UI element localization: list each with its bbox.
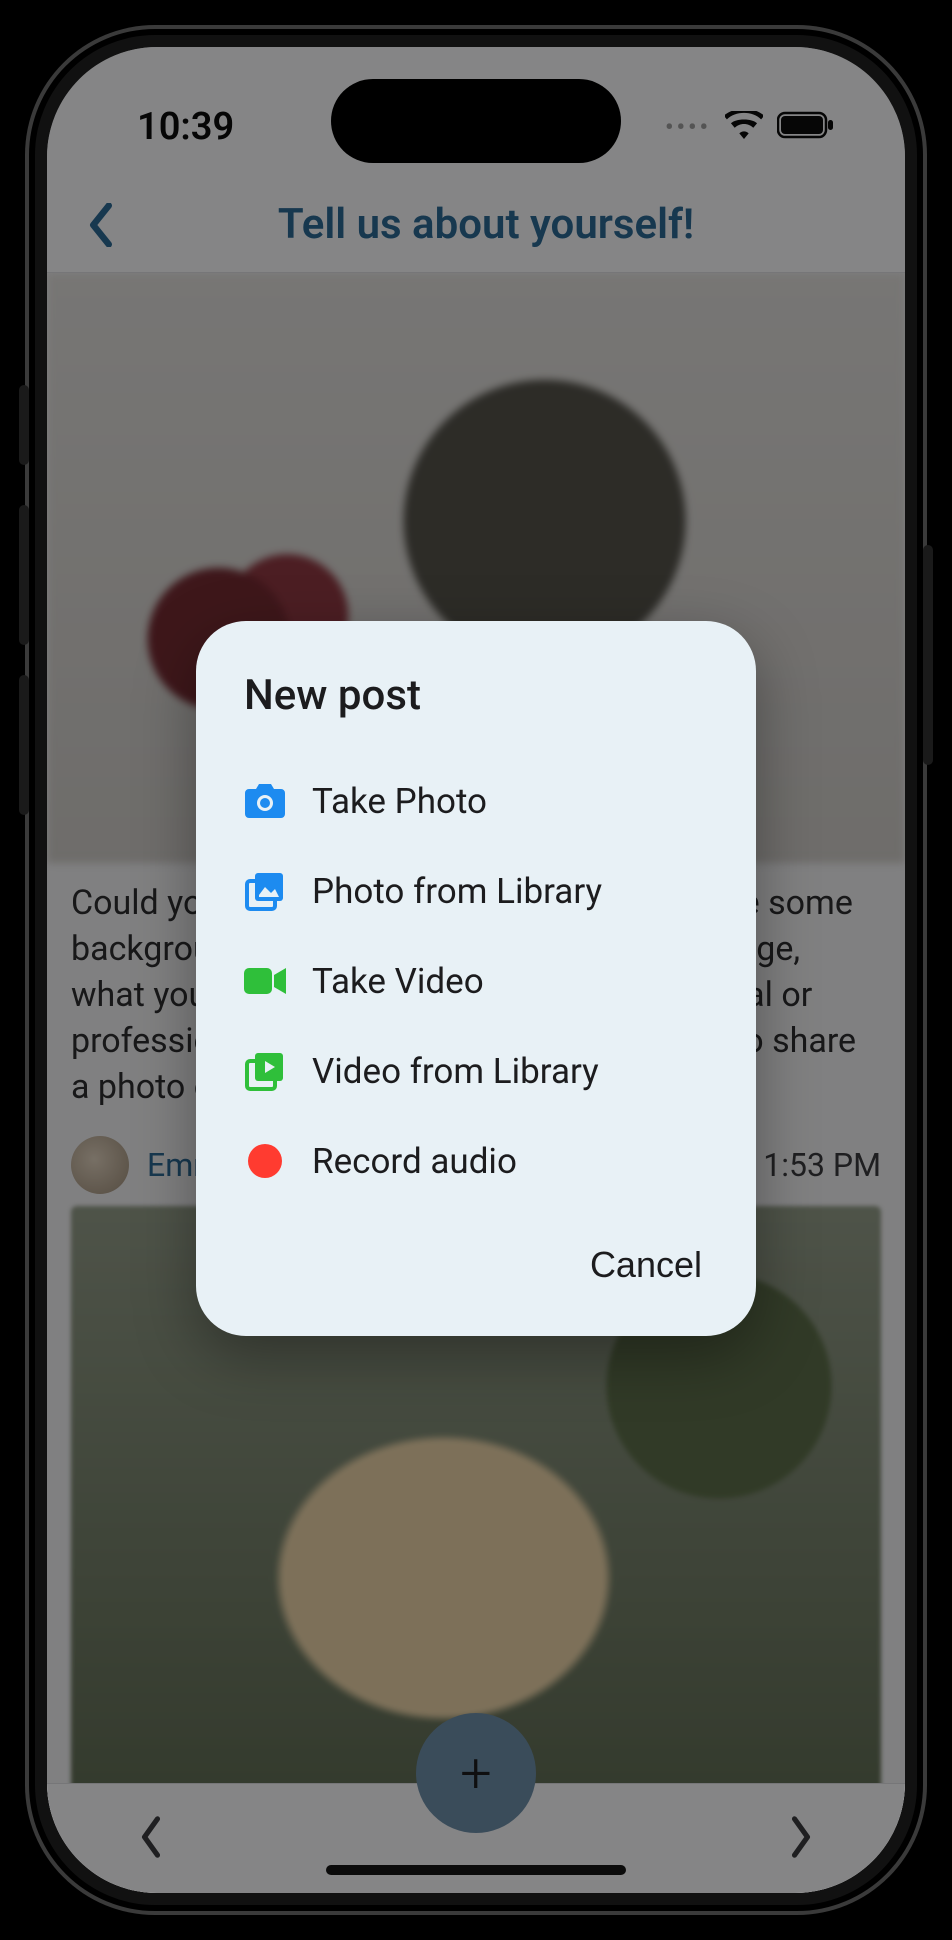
option-label: Record audio [312,1141,517,1182]
mute-switch [19,385,29,465]
record-audio-option[interactable]: Record audio [244,1116,708,1206]
video-from-library-option[interactable]: Video from Library [244,1026,708,1116]
video-library-icon [244,1050,286,1092]
option-label: Take Video [312,961,484,1002]
option-label: Photo from Library [312,871,602,912]
record-icon [244,1140,286,1182]
take-video-option[interactable]: Take Video [244,936,708,1026]
photo-from-library-option[interactable]: Photo from Library [244,846,708,936]
screen: 10:39 •••• Tell us about yourself! Could… [47,47,905,1893]
photo-library-icon [244,870,286,912]
camera-icon [244,780,286,822]
video-camera-icon [244,960,286,1002]
dialog-title: New post [244,671,708,720]
phone-frame: 10:39 •••• Tell us about yourself! Could… [25,25,927,1915]
power-button [923,545,933,765]
dynamic-island [331,79,621,163]
option-label: Video from Library [312,1051,599,1092]
volume-up-button [19,505,29,645]
take-photo-option[interactable]: Take Photo [244,756,708,846]
option-label: Take Photo [312,781,487,822]
home-indicator[interactable] [326,1865,626,1875]
cancel-button[interactable]: Cancel [584,1234,708,1296]
dialog-actions: Cancel [244,1234,708,1296]
new-post-dialog: New post Take Photo Photo from Library T… [196,621,756,1336]
volume-down-button [19,675,29,815]
